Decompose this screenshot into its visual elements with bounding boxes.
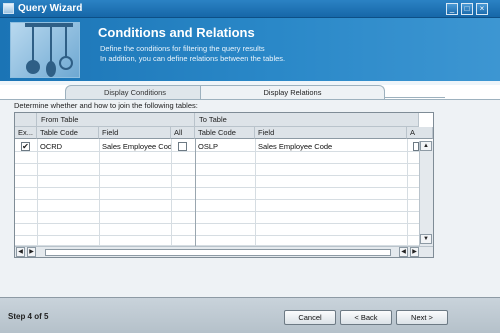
tab-display-relations[interactable]: Display Relations: [200, 85, 385, 99]
wizard-footer: Step 4 of 5 Cancel < Back Next >: [0, 297, 500, 333]
all-checkbox[interactable]: [178, 142, 187, 151]
header-description-line-1: Define the conditions for filtering the …: [100, 44, 265, 53]
scroll-right-icon[interactable]: ▶: [410, 247, 419, 257]
column-header-to-field[interactable]: Field: [255, 127, 407, 139]
maximize-button[interactable]: □: [461, 3, 473, 15]
vertical-scrollbar[interactable]: ▲ ▼: [419, 141, 433, 246]
header-description-line-2: In addition, you can define relations be…: [100, 54, 286, 63]
scroll-up-icon[interactable]: ▲: [420, 141, 432, 151]
scroll-left-icon[interactable]: ◀: [16, 247, 25, 257]
cancel-button[interactable]: Cancel: [284, 310, 336, 325]
app-icon: [3, 3, 14, 14]
instruction-text: Determine whether and how to join the fo…: [14, 101, 198, 110]
to-table-code-cell[interactable]: OSLP: [195, 141, 255, 152]
column-header-from-table-code[interactable]: Table Code: [37, 127, 99, 139]
table-row[interactable]: [15, 201, 419, 212]
title-bar: Query Wizard _ □ ×: [0, 0, 500, 18]
table-row[interactable]: [15, 213, 419, 224]
group-header-blank: [15, 113, 37, 127]
column-divider: [37, 139, 38, 246]
group-header-from-table: From Table: [37, 113, 195, 127]
wizard-header: Conditions and Relations Define the cond…: [0, 18, 500, 81]
to-field-cell[interactable]: Sales Employee Code: [255, 141, 407, 152]
column-header-all[interactable]: All: [171, 127, 195, 139]
horizontal-scrollbar[interactable]: ◀ ▶ ◀ ▶: [15, 246, 433, 257]
column-divider: [255, 139, 256, 246]
window-title: Query Wizard: [18, 3, 83, 14]
column-header-ex[interactable]: Ex...: [15, 127, 37, 139]
table-row[interactable]: [15, 165, 419, 176]
table-row[interactable]: [15, 177, 419, 188]
from-table-code-cell[interactable]: OCRD: [37, 141, 99, 152]
table-row[interactable]: [15, 225, 419, 236]
kitchen-utensils-icon: [10, 22, 80, 78]
column-divider: [195, 139, 196, 246]
column-header-from-field[interactable]: Field: [99, 127, 171, 139]
tab-display-conditions[interactable]: Display Conditions: [65, 85, 205, 99]
column-divider: [99, 139, 100, 246]
scroll-left-icon[interactable]: ◀: [399, 247, 408, 257]
column-header-to-table-code[interactable]: Table Code: [195, 127, 255, 139]
from-field-cell[interactable]: Sales Employee Code: [99, 141, 171, 152]
next-button[interactable]: Next >: [396, 310, 448, 325]
scroll-down-icon[interactable]: ▼: [420, 234, 432, 244]
table-row[interactable]: [15, 237, 419, 246]
close-button[interactable]: ×: [476, 3, 488, 15]
table-row[interactable]: ✔ OCRD Sales Employee Code OSLP Sales Em…: [15, 141, 419, 152]
horizontal-scroll-thumb[interactable]: [45, 249, 391, 256]
tab-divider: [385, 97, 445, 98]
scroll-right-icon[interactable]: ▶: [27, 247, 36, 257]
column-divider: [171, 139, 172, 246]
group-header-to-table: To Table: [195, 113, 419, 127]
relations-table: From Table To Table Ex... Table Code Fie…: [14, 112, 434, 258]
back-button[interactable]: < Back: [340, 310, 392, 325]
ex-checkbox[interactable]: ✔: [21, 142, 30, 151]
minimize-button[interactable]: _: [446, 3, 458, 15]
column-divider: [407, 139, 408, 246]
table-row[interactable]: [15, 189, 419, 200]
table-row[interactable]: [15, 153, 419, 164]
step-indicator: Step 4 of 5: [8, 312, 49, 321]
column-header-a[interactable]: A: [407, 127, 433, 139]
page-title: Conditions and Relations: [98, 25, 255, 40]
